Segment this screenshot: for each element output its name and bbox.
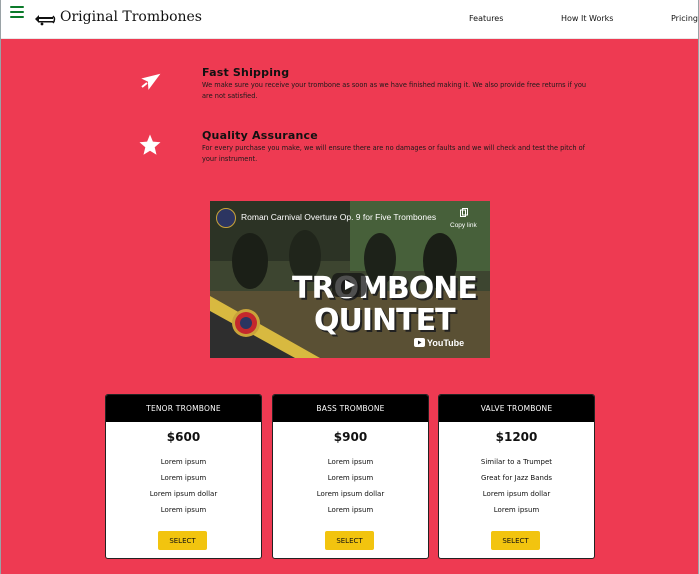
brand-name[interactable]: Original Trombones (60, 9, 202, 25)
trombone-logo-icon[interactable] (33, 11, 57, 27)
card-feature-list: Lorem ipsum Lorem ipsum Lorem ipsum doll… (273, 454, 428, 518)
list-item: Great for Jazz Bands (480, 474, 553, 482)
nav-link-pricing[interactable]: Pricing (671, 14, 698, 23)
select-button-tenor[interactable]: SELECT (158, 531, 207, 550)
channel-avatar[interactable] (216, 208, 236, 228)
video-title[interactable]: Roman Carnival Overture Op. 9 for Five T… (241, 212, 436, 222)
feature-title-shipping: Fast Shipping (202, 66, 290, 79)
list-item: Lorem ipsum dollar (482, 490, 551, 498)
feature-title-quality: Quality Assurance (202, 129, 318, 142)
menu-icon[interactable] (10, 6, 24, 20)
select-button-valve[interactable]: SELECT (491, 531, 540, 550)
list-item: Lorem ipsum (327, 506, 374, 514)
star-icon (139, 134, 161, 155)
feature-desc-shipping: We make sure you receive your trombone a… (202, 81, 587, 100)
airplane-icon (141, 73, 161, 90)
list-item: Lorem ipsum (160, 458, 207, 466)
nav-link-features[interactable]: Features (469, 14, 503, 23)
feature-desc-quality: For every purchase you make, we will ens… (202, 144, 585, 163)
list-item: Lorem ipsum (160, 474, 207, 482)
list-item: Lorem ipsum (160, 506, 207, 514)
card-price: $900 (333, 430, 368, 444)
list-item: Lorem ipsum (327, 474, 374, 482)
site-header: Original Trombones Features How It Works… (1, 0, 698, 39)
copy-link-label[interactable]: Copy link (450, 222, 477, 229)
video-embed[interactable]: Roman Carnival Overture Op. 9 for Five T… (210, 201, 490, 358)
card-feature-list: Lorem ipsum Lorem ipsum Lorem ipsum doll… (106, 454, 261, 518)
pricing-card-bass: BASS TROMBONE $900 Lorem ipsum Lorem ips… (272, 394, 429, 559)
card-title: BASS TROMBONE (273, 395, 428, 422)
card-feature-list: Similar to a Trumpet Great for Jazz Band… (439, 454, 594, 518)
list-item: Lorem ipsum (493, 506, 540, 514)
select-button-bass[interactable]: SELECT (325, 531, 374, 550)
list-item: Lorem ipsum (327, 458, 374, 466)
play-icon[interactable] (332, 273, 366, 297)
video-overlay-line-2: QUINTET (314, 303, 456, 338)
nav-link-how-it-works[interactable]: How It Works (561, 14, 613, 23)
list-item: Similar to a Trumpet (480, 458, 553, 466)
list-item: Lorem ipsum dollar (149, 490, 218, 498)
pricing-card-valve: VALVE TROMBONE $1200 Similar to a Trumpe… (438, 394, 595, 559)
card-price: $600 (166, 430, 201, 444)
youtube-icon[interactable] (414, 338, 425, 347)
youtube-label[interactable]: YouTube (427, 338, 464, 348)
video-overlay-line-1: TROMBONE (292, 271, 478, 306)
card-title: TENOR TROMBONE (106, 395, 261, 422)
list-item: Lorem ipsum dollar (316, 490, 385, 498)
copy-link-icon[interactable] (460, 208, 468, 217)
pricing-card-tenor: TENOR TROMBONE $600 Lorem ipsum Lorem ip… (105, 394, 262, 559)
card-title: VALVE TROMBONE (439, 395, 594, 422)
card-price: $1200 (495, 430, 538, 444)
window-border-left (0, 0, 1, 574)
